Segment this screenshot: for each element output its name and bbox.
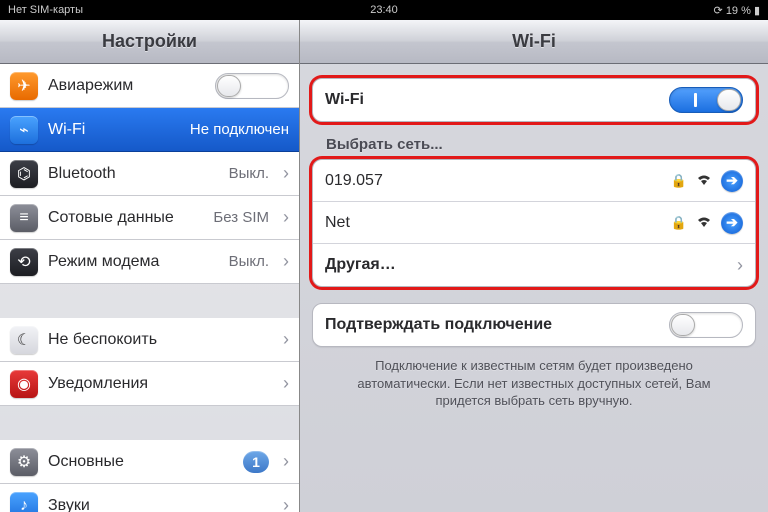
wifi-toggle-label: Wi-Fi [325, 91, 661, 109]
clock: 23:40 [370, 4, 398, 16]
sidebar-item-label: Не беспокоить [48, 331, 269, 349]
airplane-icon: ✈ [10, 72, 38, 100]
sidebar-item-airplane[interactable]: ✈ Авиарежим [0, 64, 299, 108]
wifi-signal-icon [695, 172, 713, 190]
ask-to-join-row[interactable]: Подтверждать подключение [313, 304, 755, 346]
speaker-icon: ♪ [10, 492, 38, 512]
chevron-right-icon: › [279, 251, 289, 272]
sidebar-item-label: Wi-Fi [48, 121, 180, 139]
sidebar-separator [0, 406, 299, 440]
chevron-right-icon: › [733, 255, 743, 276]
moon-icon: ☾ [10, 326, 38, 354]
network-row[interactable]: 019.057 🔒 ➔ [313, 160, 755, 202]
chevron-right-icon: › [279, 495, 289, 512]
carrier-text: Нет SIM-карты [8, 4, 83, 16]
sidebar-item-wifi[interactable]: ⌁ Wi-Fi Не подключен [0, 108, 299, 152]
ask-to-join-label: Подтверждать подключение [325, 316, 661, 334]
networks-card: 019.057 🔒 ➔ Net 🔒 ➔ [312, 159, 756, 287]
lock-icon: 🔒 [671, 215, 687, 231]
detail-content[interactable]: Wi-Fi Выбрать сеть... 019.057 🔒 ➔ [300, 64, 768, 512]
status-bar: Нет SIM-карты 23:40 ⟳ 19 % ▮ [0, 0, 768, 20]
wifi-detail-pane: Wi-Fi Wi-Fi Выбрать сеть... 019.057 🔒 [300, 20, 768, 512]
sidebar-item-label: Режим модема [48, 253, 219, 271]
sidebar-item-value: Выкл. [229, 165, 269, 182]
sidebar-item-general[interactable]: ⚙ Основные 1 › [0, 440, 299, 484]
chevron-right-icon: › [279, 163, 289, 184]
sidebar-item-sounds[interactable]: ♪ Звуки › [0, 484, 299, 512]
wifi-signal-icon [695, 214, 713, 232]
chevron-right-icon: › [279, 451, 289, 472]
wifi-icon: ⌁ [10, 116, 38, 144]
other-network-label: Другая… [325, 256, 725, 274]
settings-sidebar: Настройки ✈ Авиарежим ⌁ Wi-Fi Не подключ… [0, 20, 300, 512]
sidebar-title: Настройки [102, 31, 197, 52]
network-detail-button[interactable]: ➔ [721, 212, 743, 234]
gear-icon: ⚙ [10, 448, 38, 476]
network-ssid: Net [325, 214, 663, 232]
ask-to-join-card: Подтверждать подключение [312, 303, 756, 347]
lock-icon: 🔒 [671, 173, 687, 189]
sidebar-item-label: Сотовые данные [48, 209, 203, 227]
sidebar-item-notifications[interactable]: ◉ Уведомления › [0, 362, 299, 406]
ask-to-join-switch[interactable] [669, 312, 743, 338]
sidebar-item-label: Авиарежим [48, 77, 205, 95]
settings-screen: Нет SIM-карты 23:40 ⟳ 19 % ▮ Настройки ✈… [0, 0, 768, 512]
sidebar-item-value: Не подключен [190, 121, 289, 138]
chevron-right-icon: › [279, 373, 289, 394]
sidebar-separator [0, 284, 299, 318]
sidebar-navbar: Настройки [0, 20, 299, 64]
network-detail-button[interactable]: ➔ [721, 170, 743, 192]
sidebar-item-label: Уведомления [48, 375, 269, 393]
badge-count: 1 [243, 451, 269, 473]
sidebar-list[interactable]: ✈ Авиарежим ⌁ Wi-Fi Не подключен ⌬ Bluet… [0, 64, 299, 512]
sidebar-item-dnd[interactable]: ☾ Не беспокоить › [0, 318, 299, 362]
wifi-toggle-card: Wi-Fi [312, 78, 756, 122]
sidebar-item-label: Bluetooth [48, 165, 219, 183]
choose-network-label: Выбрать сеть... [312, 122, 756, 159]
sidebar-item-value: Выкл. [229, 253, 269, 270]
split-view: Настройки ✈ Авиарежим ⌁ Wi-Fi Не подключ… [0, 20, 768, 512]
chevron-right-icon: › [279, 329, 289, 350]
wifi-toggle-row[interactable]: Wi-Fi [313, 79, 755, 121]
sidebar-item-bluetooth[interactable]: ⌬ Bluetooth Выкл. › [0, 152, 299, 196]
cellular-icon: ≡ [10, 204, 38, 232]
sidebar-item-cellular[interactable]: ≡ Сотовые данные Без SIM › [0, 196, 299, 240]
sidebar-item-value: Без SIM [213, 209, 269, 226]
detail-title: Wi-Fi [512, 31, 556, 52]
wifi-toggle-switch[interactable] [669, 87, 743, 113]
chevron-right-icon: › [279, 207, 289, 228]
notifications-icon: ◉ [10, 370, 38, 398]
network-row[interactable]: Net 🔒 ➔ [313, 202, 755, 244]
sidebar-item-label: Звуки [48, 497, 269, 512]
network-ssid: 019.057 [325, 172, 663, 190]
battery-text: ⟳ 19 % ▮ [714, 4, 760, 17]
detail-navbar: Wi-Fi [300, 20, 768, 64]
other-network-row[interactable]: Другая… › [313, 244, 755, 286]
sidebar-item-label: Основные [48, 453, 233, 471]
bluetooth-icon: ⌬ [10, 160, 38, 188]
ask-to-join-help: Подключение к известным сетям будет прои… [312, 347, 756, 420]
sidebar-item-hotspot[interactable]: ⟲ Режим модема Выкл. › [0, 240, 299, 284]
hotspot-icon: ⟲ [10, 248, 38, 276]
airplane-toggle[interactable] [215, 73, 289, 99]
